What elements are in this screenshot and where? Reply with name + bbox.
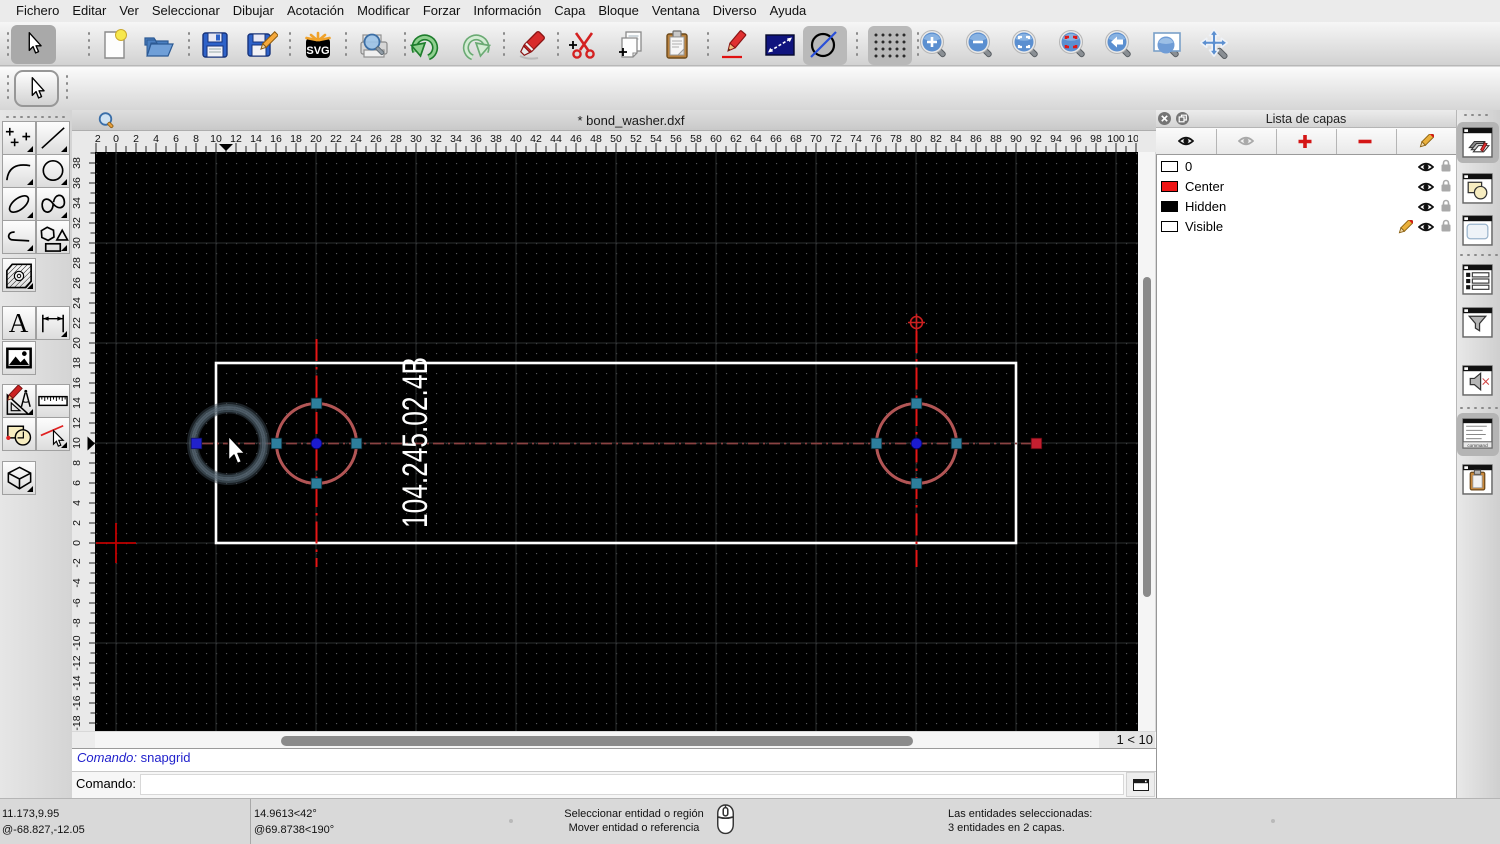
svg-text:A: A bbox=[9, 308, 29, 338]
svg-text:104.245.02.4B: 104.245.02.4B bbox=[396, 357, 435, 528]
svg-text:-2: -2 bbox=[72, 558, 83, 567]
svg-text:32: 32 bbox=[72, 217, 83, 229]
svg-text:-18: -18 bbox=[72, 715, 83, 730]
svg-text:4: 4 bbox=[72, 500, 83, 506]
svg-text:SVG: SVG bbox=[306, 45, 329, 57]
svg-text:-16: -16 bbox=[72, 695, 83, 710]
svg-text:-8: -8 bbox=[72, 618, 83, 627]
svg-text:-6: -6 bbox=[72, 598, 83, 607]
svg-text:24: 24 bbox=[72, 297, 83, 309]
svg-text:14: 14 bbox=[72, 397, 83, 409]
svg-text:36: 36 bbox=[72, 177, 83, 189]
svg-text:6: 6 bbox=[72, 480, 83, 486]
svg-text:28: 28 bbox=[72, 257, 83, 269]
svg-text:30: 30 bbox=[72, 237, 83, 249]
svg-text:-14: -14 bbox=[72, 675, 83, 690]
svg-text:10: 10 bbox=[72, 437, 83, 449]
svg-text:-10: -10 bbox=[72, 635, 83, 650]
svg-text:26: 26 bbox=[72, 277, 83, 289]
svg-text:2: 2 bbox=[72, 520, 83, 526]
svg-text:20: 20 bbox=[72, 337, 83, 349]
svg-text:16: 16 bbox=[72, 377, 83, 389]
svg-text:22: 22 bbox=[72, 317, 83, 329]
svg-text:8: 8 bbox=[72, 460, 83, 466]
svg-text:-4: -4 bbox=[72, 578, 83, 587]
svg-text:-12: -12 bbox=[72, 655, 83, 670]
svg-text:0: 0 bbox=[72, 540, 83, 546]
svg-text:18: 18 bbox=[72, 357, 83, 369]
svg-text:command: command bbox=[1467, 443, 1488, 448]
svg-text:38: 38 bbox=[72, 157, 83, 169]
svg-text:34: 34 bbox=[72, 197, 83, 209]
svg-text:12: 12 bbox=[72, 417, 83, 429]
